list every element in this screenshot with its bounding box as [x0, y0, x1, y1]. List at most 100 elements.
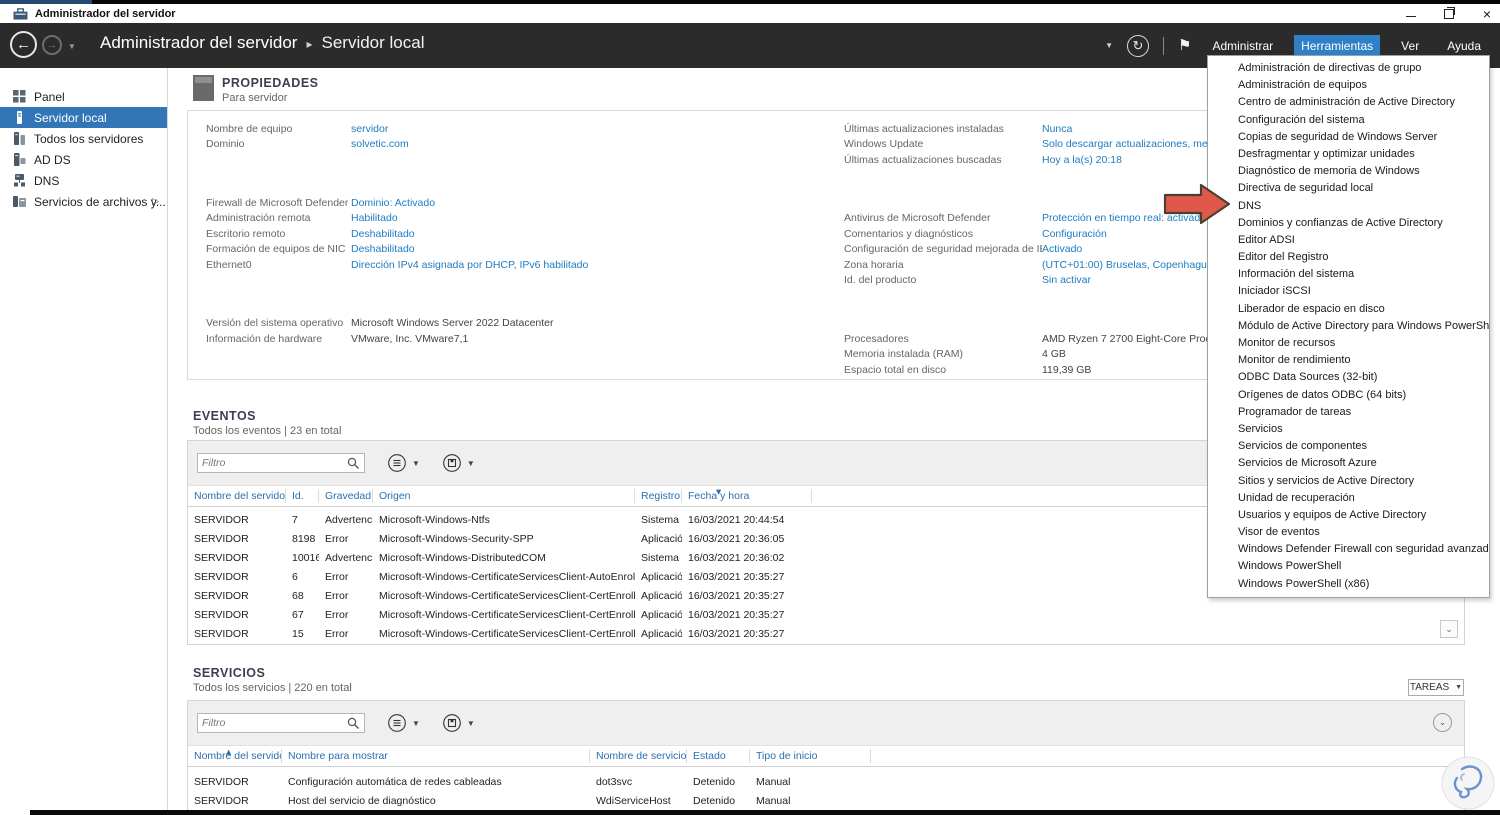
- sidebar-item-todos-los-servidores[interactable]: Todos los servidores: [0, 128, 167, 149]
- minimize-button[interactable]: [1404, 7, 1418, 21]
- tools-menu-item[interactable]: Monitor de recursos: [1208, 335, 1489, 352]
- column-header[interactable]: Tipo de inicio: [750, 749, 871, 763]
- menu-herramientas[interactable]: Herramientas: [1294, 34, 1381, 57]
- services-filter-input[interactable]: [198, 717, 347, 729]
- restore-button[interactable]: [1442, 6, 1456, 21]
- column-header[interactable]: Origen: [373, 489, 635, 503]
- column-header[interactable]: Gravedad: [319, 489, 373, 503]
- sidebar-item-servidor-local[interactable]: Servidor local: [0, 107, 167, 128]
- forward-button[interactable]: →: [42, 35, 62, 55]
- column-header[interactable]: Nombre para mostrar: [282, 749, 590, 763]
- event-log: Aplicación: [641, 532, 682, 545]
- tools-menu-item[interactable]: Información del sistema: [1208, 266, 1489, 283]
- event-source: Microsoft-Windows-Ntfs: [379, 513, 490, 526]
- property-value-link[interactable]: Nunca: [1042, 123, 1072, 135]
- menu-administrar[interactable]: Administrar: [1205, 35, 1280, 57]
- tools-menu-item[interactable]: Unidad de recuperación: [1208, 490, 1489, 507]
- menu-ayuda[interactable]: Ayuda: [1440, 35, 1488, 57]
- event-source: Microsoft-Windows-Security-SPP: [379, 532, 534, 545]
- tools-menu-item[interactable]: Windows PowerShell (x86): [1208, 576, 1489, 593]
- tools-menu-item[interactable]: Desfragmentar y optimizar unidades: [1208, 146, 1489, 163]
- tools-menu-item[interactable]: Usuarios y equipos de Active Directory: [1208, 507, 1489, 524]
- service-start-type: Manual: [756, 794, 791, 807]
- property-value-link[interactable]: Habilitado: [351, 212, 398, 224]
- tools-menu-item[interactable]: Dominios y confianzas de Active Director…: [1208, 215, 1489, 232]
- property-value-link[interactable]: Deshabilitado: [351, 243, 415, 255]
- property-value-link[interactable]: servidor: [351, 123, 388, 135]
- tools-menu-item[interactable]: Windows Defender Firewall con seguridad …: [1208, 541, 1489, 558]
- breadcrumb-root[interactable]: Administrador del servidor: [100, 33, 297, 53]
- tools-menu-item[interactable]: ODBC Data Sources (32-bit): [1208, 369, 1489, 386]
- tools-menu-item[interactable]: Liberador de espacio en disco: [1208, 301, 1489, 318]
- property-value-link[interactable]: Hoy a la(s) 20:18: [1042, 154, 1122, 166]
- tools-menu-item[interactable]: Directiva de seguridad local: [1208, 180, 1489, 197]
- sidebar-item-panel[interactable]: Panel: [0, 86, 167, 107]
- column-header[interactable]: Estado: [687, 749, 750, 763]
- column-header[interactable]: Registro: [635, 489, 682, 503]
- events-list-options-button[interactable]: ▼: [387, 453, 420, 473]
- notification-flag-icon[interactable]: ⚑: [1178, 36, 1191, 54]
- tasks-button[interactable]: TAREAS ▼: [1408, 679, 1464, 696]
- tools-menu-item[interactable]: Servicios de Microsoft Azure: [1208, 455, 1489, 472]
- events-save-query-button[interactable]: ▼: [442, 453, 475, 473]
- event-row[interactable]: SERVIDOR 67 Error Microsoft-Windows-Cert…: [188, 605, 1464, 624]
- tools-menu-item[interactable]: Monitor de rendimiento: [1208, 352, 1489, 369]
- property-value-link[interactable]: Configuración: [1042, 228, 1107, 240]
- property-value-link[interactable]: Sin activar: [1042, 274, 1091, 286]
- event-log: Aplicación: [641, 608, 682, 621]
- property-value-link[interactable]: Dirección IPv4 asignada por DHCP, IPv6 h…: [351, 259, 588, 271]
- history-chevron-icon[interactable]: ▼: [68, 42, 76, 51]
- services-save-query-button[interactable]: ▼: [442, 713, 475, 733]
- property-value-link[interactable]: Dominio: Activado: [351, 197, 435, 209]
- notifications-chevron-icon[interactable]: ▼: [1105, 41, 1113, 50]
- tools-menu-item[interactable]: Editor ADSI: [1208, 232, 1489, 249]
- tools-menu-item[interactable]: Diagnóstico de memoria de Windows: [1208, 163, 1489, 180]
- menu-ver[interactable]: Ver: [1394, 35, 1426, 57]
- column-header[interactable]: Nombre del servidor: [188, 489, 286, 503]
- tools-menu-item[interactable]: DNS: [1208, 198, 1489, 215]
- back-button[interactable]: ←: [10, 31, 37, 58]
- expander-arrow-icon[interactable]: ▷: [152, 196, 159, 207]
- property-value-link[interactable]: Deshabilitado: [351, 228, 415, 240]
- close-button[interactable]: ×: [1480, 7, 1494, 21]
- event-id: 10016: [292, 551, 319, 564]
- tools-menu-item[interactable]: Iniciador iSCSI: [1208, 283, 1489, 300]
- sidebar-item-ad-ds[interactable]: AD DS: [0, 149, 167, 170]
- refresh-icon[interactable]: ↻: [1127, 34, 1149, 57]
- tools-menu-item[interactable]: Servicios: [1208, 421, 1489, 438]
- tools-menu-item[interactable]: Visor de eventos: [1208, 524, 1489, 541]
- column-header[interactable]: Fecha y hora: [682, 489, 812, 503]
- property-label: Información de hardware: [206, 332, 323, 345]
- event-row[interactable]: SERVIDOR 15 Error Microsoft-Windows-Cert…: [188, 624, 1464, 643]
- tools-menu-item[interactable]: Configuración del sistema: [1208, 112, 1489, 129]
- service-name: dot3svc: [596, 775, 633, 788]
- column-header[interactable]: Nombre del servidor: [188, 749, 282, 763]
- service-row[interactable]: SERVIDOR Configuración automática de red…: [188, 772, 1464, 791]
- tools-menu-item[interactable]: Administración de equipos: [1208, 77, 1489, 94]
- properties-title: PROPIEDADES: [222, 76, 319, 90]
- sidebar-item-dns[interactable]: DNS: [0, 170, 167, 191]
- property-value-link[interactable]: solvetic.com: [351, 138, 409, 150]
- service-row[interactable]: SERVIDOR Host del servicio de diagnóstic…: [188, 791, 1464, 810]
- property-value-link[interactable]: Activado: [1042, 243, 1082, 255]
- events-filter-input[interactable]: [198, 457, 347, 469]
- search-icon: [347, 717, 359, 729]
- sidebar-item-servicios-de-archivos[interactable]: Servicios de archivos y... ▷: [0, 191, 167, 212]
- tools-menu-item[interactable]: Sitios y servicios de Active Directory: [1208, 473, 1489, 490]
- tools-menu-item[interactable]: Administración de directivas de grupo: [1208, 60, 1489, 77]
- tools-menu-item[interactable]: Copias de seguridad de Windows Server: [1208, 129, 1489, 146]
- server-manager-window: Administrador del servidor × ← → ▼ Admin…: [0, 0, 1500, 815]
- services-list-options-button[interactable]: ▼: [387, 713, 420, 733]
- events-scroll-down-button[interactable]: ⌄: [1440, 620, 1458, 638]
- tools-menu-item[interactable]: Editor del Registro: [1208, 249, 1489, 266]
- collapse-panel-button[interactable]: ⌄: [1433, 713, 1452, 732]
- tools-menu-item[interactable]: Servicios de componentes: [1208, 438, 1489, 455]
- tools-menu-item[interactable]: Windows PowerShell: [1208, 558, 1489, 575]
- tools-menu-item[interactable]: Programador de tareas: [1208, 404, 1489, 421]
- event-severity: Error: [325, 627, 349, 640]
- column-header[interactable]: Id.: [286, 489, 319, 503]
- tools-menu-item[interactable]: Orígenes de datos ODBC (64 bits): [1208, 387, 1489, 404]
- tools-menu-item[interactable]: Centro de administración de Active Direc…: [1208, 94, 1489, 111]
- column-header[interactable]: Nombre de servicio: [590, 749, 687, 763]
- tools-menu-item[interactable]: Módulo de Active Directory para Windows …: [1208, 318, 1489, 335]
